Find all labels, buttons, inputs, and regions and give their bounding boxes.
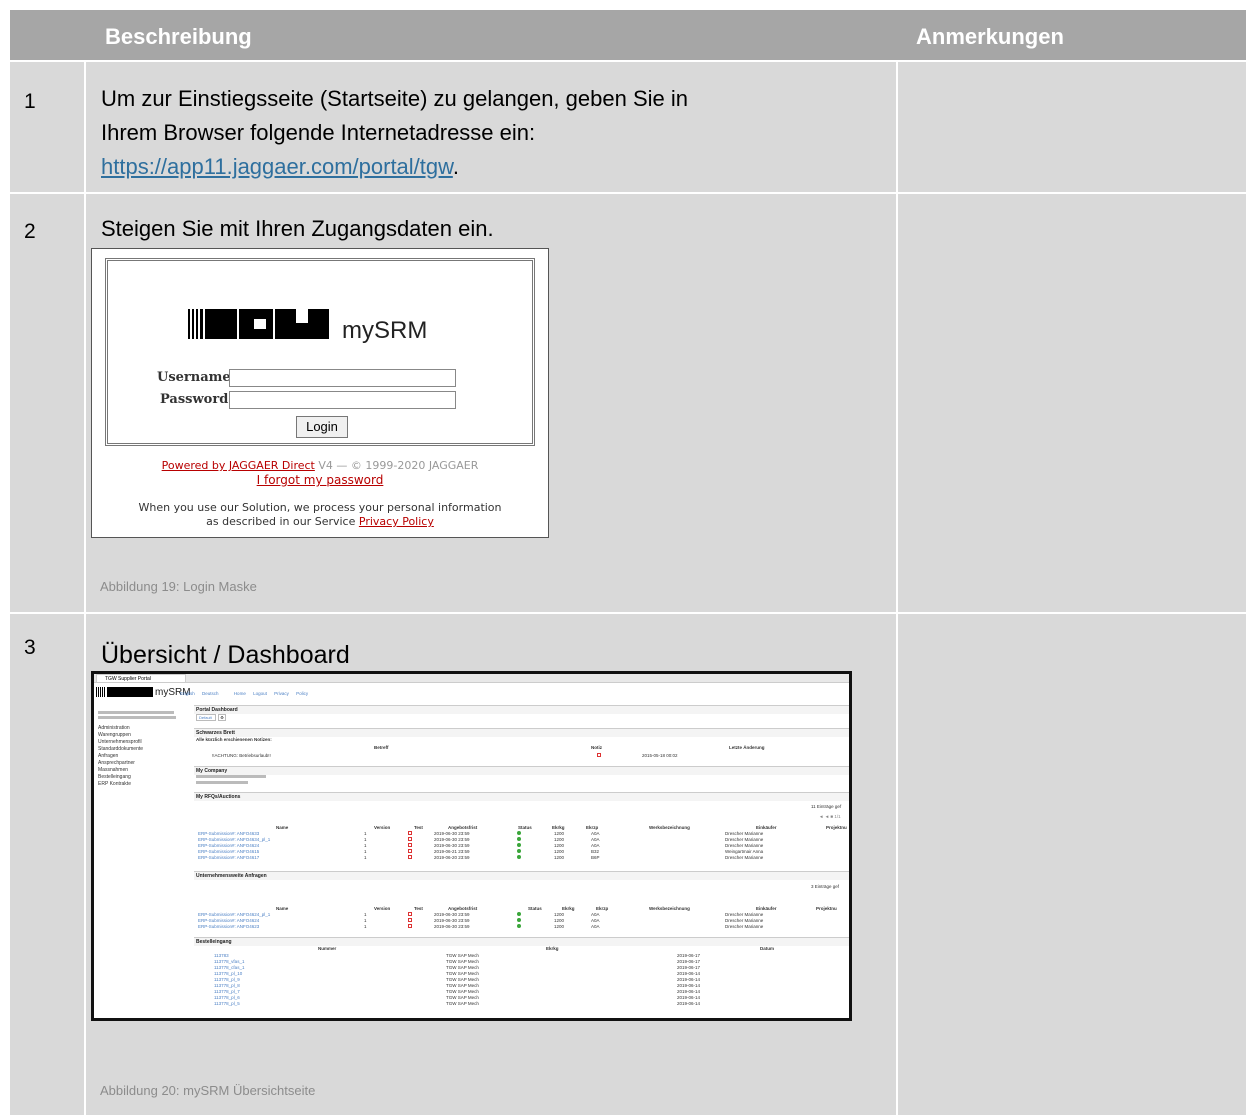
default-button[interactable]: Default: [196, 714, 216, 721]
company-title: My Company: [194, 766, 849, 775]
browser-tab[interactable]: TGW Supplier Portal: [96, 674, 186, 683]
note-icon[interactable]: [597, 753, 601, 757]
table-row: 1 Um zur Einstiegsseite (Startseite) zu …: [10, 62, 1246, 192]
logout-link[interactable]: Logout: [253, 691, 267, 696]
password-input[interactable]: [229, 391, 456, 409]
sidebar-item[interactable]: Administration: [98, 725, 130, 731]
sidebar-item[interactable]: Ansprechpartner: [98, 760, 135, 766]
figure-caption: Abbildung 19: Login Maske: [100, 579, 257, 594]
sidebar-item[interactable]: Standarddokumente: [98, 746, 143, 752]
sidebar-item[interactable]: ERP Kontrakte: [98, 781, 131, 787]
settings-icon[interactable]: ⚙: [218, 714, 226, 721]
forgot-password-link[interactable]: I forgot my password: [257, 473, 384, 487]
dashboard-sidebar: Administration Warengruppen Unternehmens…: [94, 701, 190, 1018]
username-input[interactable]: [229, 369, 456, 387]
browser-tabbar: TGW Supplier Portal: [94, 674, 849, 683]
login-screenshot: mySRM Username Password Login Powered by…: [91, 248, 549, 538]
username-label: Username: [157, 370, 231, 385]
board-row: !!ACHTUNG: Betriebsurlaub!! 2015-05-18 0…: [212, 753, 678, 758]
table-row: ERP-Submission#: ANFO4623 1 2019-06-30 23:…: [198, 924, 764, 929]
table-row: ERP-Submission#: ANFO4617 1 2019-06-20 23:…: [198, 855, 764, 860]
sidebar-item[interactable]: Bestelleingang: [98, 774, 131, 780]
login-box: mySRM Username Password Login: [105, 258, 535, 446]
rfq-title: My RFQs/Auctions: [194, 792, 849, 801]
home-link[interactable]: Home: [234, 691, 246, 696]
step-number: 1: [24, 90, 36, 113]
sidebar-item[interactable]: Warengruppen: [98, 732, 131, 738]
privacy-policy-link[interactable]: Privacy Policy: [359, 515, 434, 528]
password-label: Password: [160, 392, 229, 407]
privacy-line-2: as described in our Service: [206, 515, 356, 528]
notes-cell: [898, 62, 1246, 192]
sidebar-item[interactable]: Anfragen: [98, 753, 118, 759]
step-number: 3: [24, 636, 36, 659]
header-description: Beschreibung: [105, 24, 252, 49]
notes-cell: [898, 194, 1246, 612]
sidebar-item[interactable]: Unternehmensprofil: [98, 739, 142, 745]
privacy-line-1: When you use our Solution, we process yo…: [138, 501, 502, 514]
table-header: Beschreibung Anmerkungen: [10, 10, 1246, 60]
lang-english-link[interactable]: English: [180, 691, 195, 696]
board-title: Schwarzes Brett: [194, 728, 849, 737]
figure-caption: Abbildung 20: mySRM Übersichtseite: [100, 1083, 316, 1098]
enterprise-requests-title: Unternehmensweite Anfragen: [194, 871, 849, 880]
sidebar-item[interactable]: Massnahmen: [98, 767, 128, 773]
version-text: V4 — © 1999-2020 JAGGAER: [318, 459, 479, 472]
table-row: 113778_pl_5 TGW SAP Mech 2019-06-14: [214, 1001, 701, 1006]
orders-header: Nummer Ekrkg Datum: [318, 946, 775, 951]
dashboard-screenshot: TGW Supplier Portal mySRM English Deutsc…: [91, 671, 852, 1021]
tgw-logo-small: mySRM: [96, 685, 191, 699]
portal-dashboard-title: Portal Dashboard: [194, 705, 849, 714]
step-description: Um zur Einstiegsseite (Startseite) zu ge…: [101, 86, 688, 179]
login-button[interactable]: Login: [296, 416, 348, 438]
top-links: English Deutsch Home Logout Privacy Poli…: [180, 691, 308, 696]
orders-title: Bestelleingang: [194, 937, 849, 946]
privacy-policy-link-small[interactable]: Privacy Policy: [274, 691, 308, 696]
product-name: mySRM: [342, 317, 428, 344]
pager[interactable]: ◄ ◄ ■ 1/1: [194, 814, 849, 820]
header-notes: Anmerkungen: [916, 24, 1064, 49]
step-description: Übersicht / Dashboard: [101, 641, 350, 669]
portal-url-link[interactable]: https://app11.jaggaer.com/portal/tgw: [101, 154, 453, 179]
lang-deutsch-link[interactable]: Deutsch: [202, 691, 219, 696]
step-description: Steigen Sie mit Ihren Zugangsdaten ein.: [101, 216, 494, 241]
powered-by-link[interactable]: Powered by JAGGAER Direct: [162, 459, 315, 472]
step-number: 2: [24, 220, 36, 243]
tgw-logo: [188, 309, 338, 347]
notes-cell: [898, 614, 1246, 1115]
